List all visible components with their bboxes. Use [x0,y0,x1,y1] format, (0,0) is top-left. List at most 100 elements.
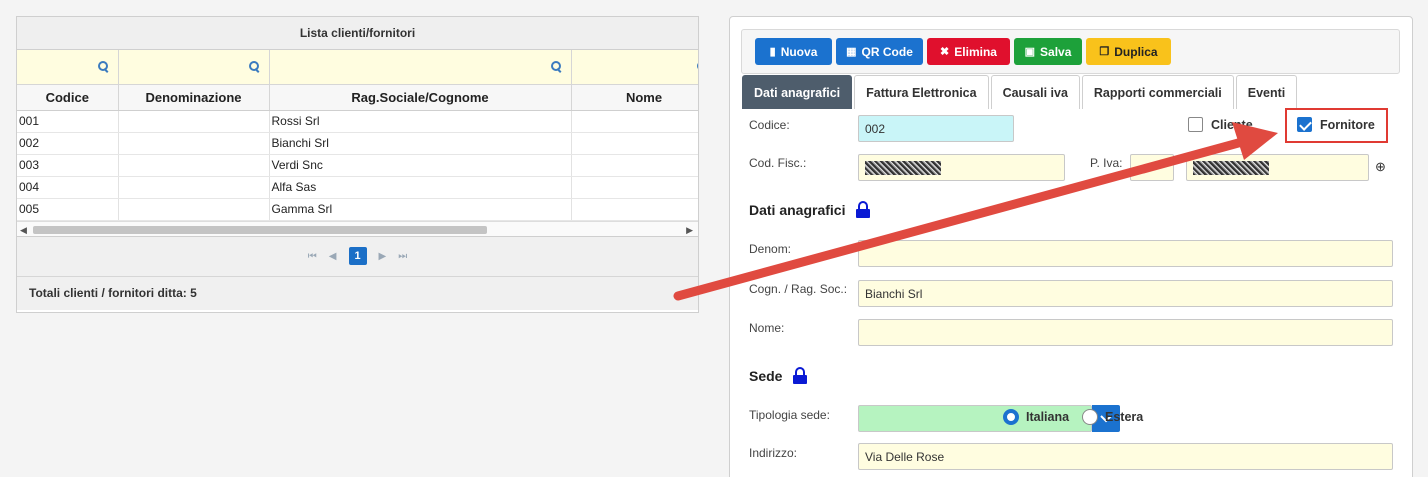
cell-denominazione [118,110,270,133]
search-icon [696,60,698,71]
filter-nome[interactable] [571,50,698,85]
lock-icon[interactable] [855,201,871,218]
form-tabs: Dati anagrafici Fattura Elettronica Caus… [742,75,1299,109]
radio-italiana-label: Italiana [1026,410,1070,424]
cell-ragione-sociale: Alfa Sas [269,176,572,199]
duplicate-button-label: Duplica [1114,44,1158,59]
tab-rapporti-commerciali[interactable]: Rapporti commerciali [1081,75,1234,109]
tab-causali-iva[interactable]: Causali iva [990,75,1080,109]
pager: ⏮ ◀ 1 ▶ ⏭ [17,236,698,277]
tab-fattura-elettronica[interactable]: Fattura Elettronica [854,75,989,109]
codice-label: Codice: [749,118,790,132]
qr-code-button-label: QR Code [861,44,913,59]
copy-icon: ❐ [1099,46,1110,58]
radio-italiana-dot[interactable] [1003,409,1019,425]
radio-estera-dot[interactable] [1082,409,1098,425]
first-page-icon[interactable]: ⏮ [308,251,317,262]
filter-row [17,50,698,85]
cliente-checkbox[interactable]: Cliente [1188,117,1253,132]
indirizzo-field[interactable]: Via Delle Rose [858,443,1393,470]
radio-estera-label: Estera [1105,410,1144,424]
file-icon: ▮ [769,46,776,58]
piva-country-field[interactable] [1130,154,1174,181]
prev-page-icon[interactable]: ◀ [329,251,337,262]
cell-nome [571,176,698,199]
tab-eventi[interactable]: Eventi [1235,75,1298,109]
new-button-label: Nuova [780,44,818,59]
filter-denominazione[interactable] [118,50,270,85]
table-row[interactable]: 003 Verdi Snc [17,154,698,177]
fornitore-checkbox-box[interactable] [1297,117,1312,132]
current-page-button[interactable]: 1 [348,247,367,265]
table-row[interactable]: 005 Gamma Srl [17,198,698,221]
column-header-ragione-sociale[interactable]: Rag.Sociale/Cognome [269,84,572,111]
radio-italiana[interactable]: Italiana [1003,409,1069,425]
scroll-right-icon[interactable]: ▶ [686,222,693,238]
cognome-label: Cogn. / Rag. Soc.: [749,282,848,296]
section-sede: Sede [749,367,808,384]
grid-title: Lista clienti/fornitori [17,17,698,50]
nome-label: Nome: [749,321,785,335]
lock-icon[interactable] [792,367,808,384]
indirizzo-label: Indirizzo: [749,446,798,460]
scroll-left-icon[interactable]: ◀ [20,222,27,238]
cliente-checkbox-box[interactable] [1188,117,1203,132]
close-icon: ✖ [940,46,950,58]
qr-code-button[interactable]: ▦ QR Code [836,38,923,65]
next-page-icon[interactable]: ▶ [379,251,387,262]
cell-codice: 001 [17,110,119,133]
tipologia-sede-label: Tipologia sede: [749,408,830,422]
filter-codice[interactable] [17,50,119,85]
cell-denominazione [118,154,270,177]
radio-estera[interactable]: Estera [1082,409,1143,425]
section-title: Sede [749,367,783,384]
cell-nome [571,198,698,221]
grid-footer-total: Totali clienti / fornitori ditta: 5 [17,276,698,310]
save-button[interactable]: ▣ Salva [1014,38,1082,65]
codice-field[interactable]: 002 [858,115,1014,142]
redacted-value [1193,160,1269,175]
search-icon [550,60,561,71]
horizontal-scrollbar[interactable]: ◀ ▶ [17,220,698,238]
denom-field[interactable] [858,240,1393,267]
search-icon [97,60,108,71]
last-page-icon[interactable]: ⏭ [398,251,407,262]
delete-button-label: Elimina [954,44,997,59]
table-row[interactable]: 001 Rossi Srl [17,110,698,133]
clients-table: Codice Denominazione Rag.Sociale/Cognome… [17,50,698,221]
cell-ragione-sociale: Gamma Srl [269,198,572,221]
save-button-label: Salva [1040,44,1072,59]
cognome-field[interactable]: Bianchi Srl [858,280,1393,307]
table-row[interactable]: 004 Alfa Sas [17,176,698,199]
nome-field[interactable] [858,319,1393,346]
column-header-nome[interactable]: Nome [571,84,698,111]
cell-ragione-sociale: Verdi Snc [269,154,572,177]
grid-table-wrapper: Codice Denominazione Rag.Sociale/Cognome… [17,50,698,221]
piva-label: P. Iva: [1090,156,1123,170]
cell-denominazione [118,132,270,155]
floppy-disk-icon: ▣ [1024,46,1036,58]
cell-codice: 005 [17,198,119,221]
cell-nome [571,110,698,133]
clients-grid-panel: Lista clienti/fornitori Codice Denominaz… [16,16,699,313]
delete-button[interactable]: ✖ Elimina [927,38,1010,65]
cell-denominazione [118,198,270,221]
tab-dati-anagrafici[interactable]: Dati anagrafici [742,75,853,109]
column-header-denominazione[interactable]: Denominazione [118,84,270,111]
new-button[interactable]: ▮ Nuova [755,38,832,65]
fornitore-checkbox[interactable]: Fornitore [1297,117,1375,132]
scrollbar-thumb[interactable] [33,225,487,234]
cell-codice: 004 [17,176,119,199]
tipologia-sede-select[interactable] [858,405,1120,432]
cod-fisc-field[interactable] [858,154,1065,181]
cell-nome [571,154,698,177]
redacted-value [865,160,941,175]
filter-ragione-sociale[interactable] [269,50,572,85]
cod-fisc-label: Cod. Fisc.: [749,156,807,170]
table-row[interactable]: 002 Bianchi Srl [17,132,698,155]
duplicate-button[interactable]: ❐ Duplica [1086,38,1171,65]
column-header-codice[interactable]: Codice [17,84,119,111]
globe-icon[interactable]: ⊕ [1375,159,1386,175]
piva-field[interactable] [1186,154,1369,181]
section-title: Dati anagrafici [749,201,846,218]
